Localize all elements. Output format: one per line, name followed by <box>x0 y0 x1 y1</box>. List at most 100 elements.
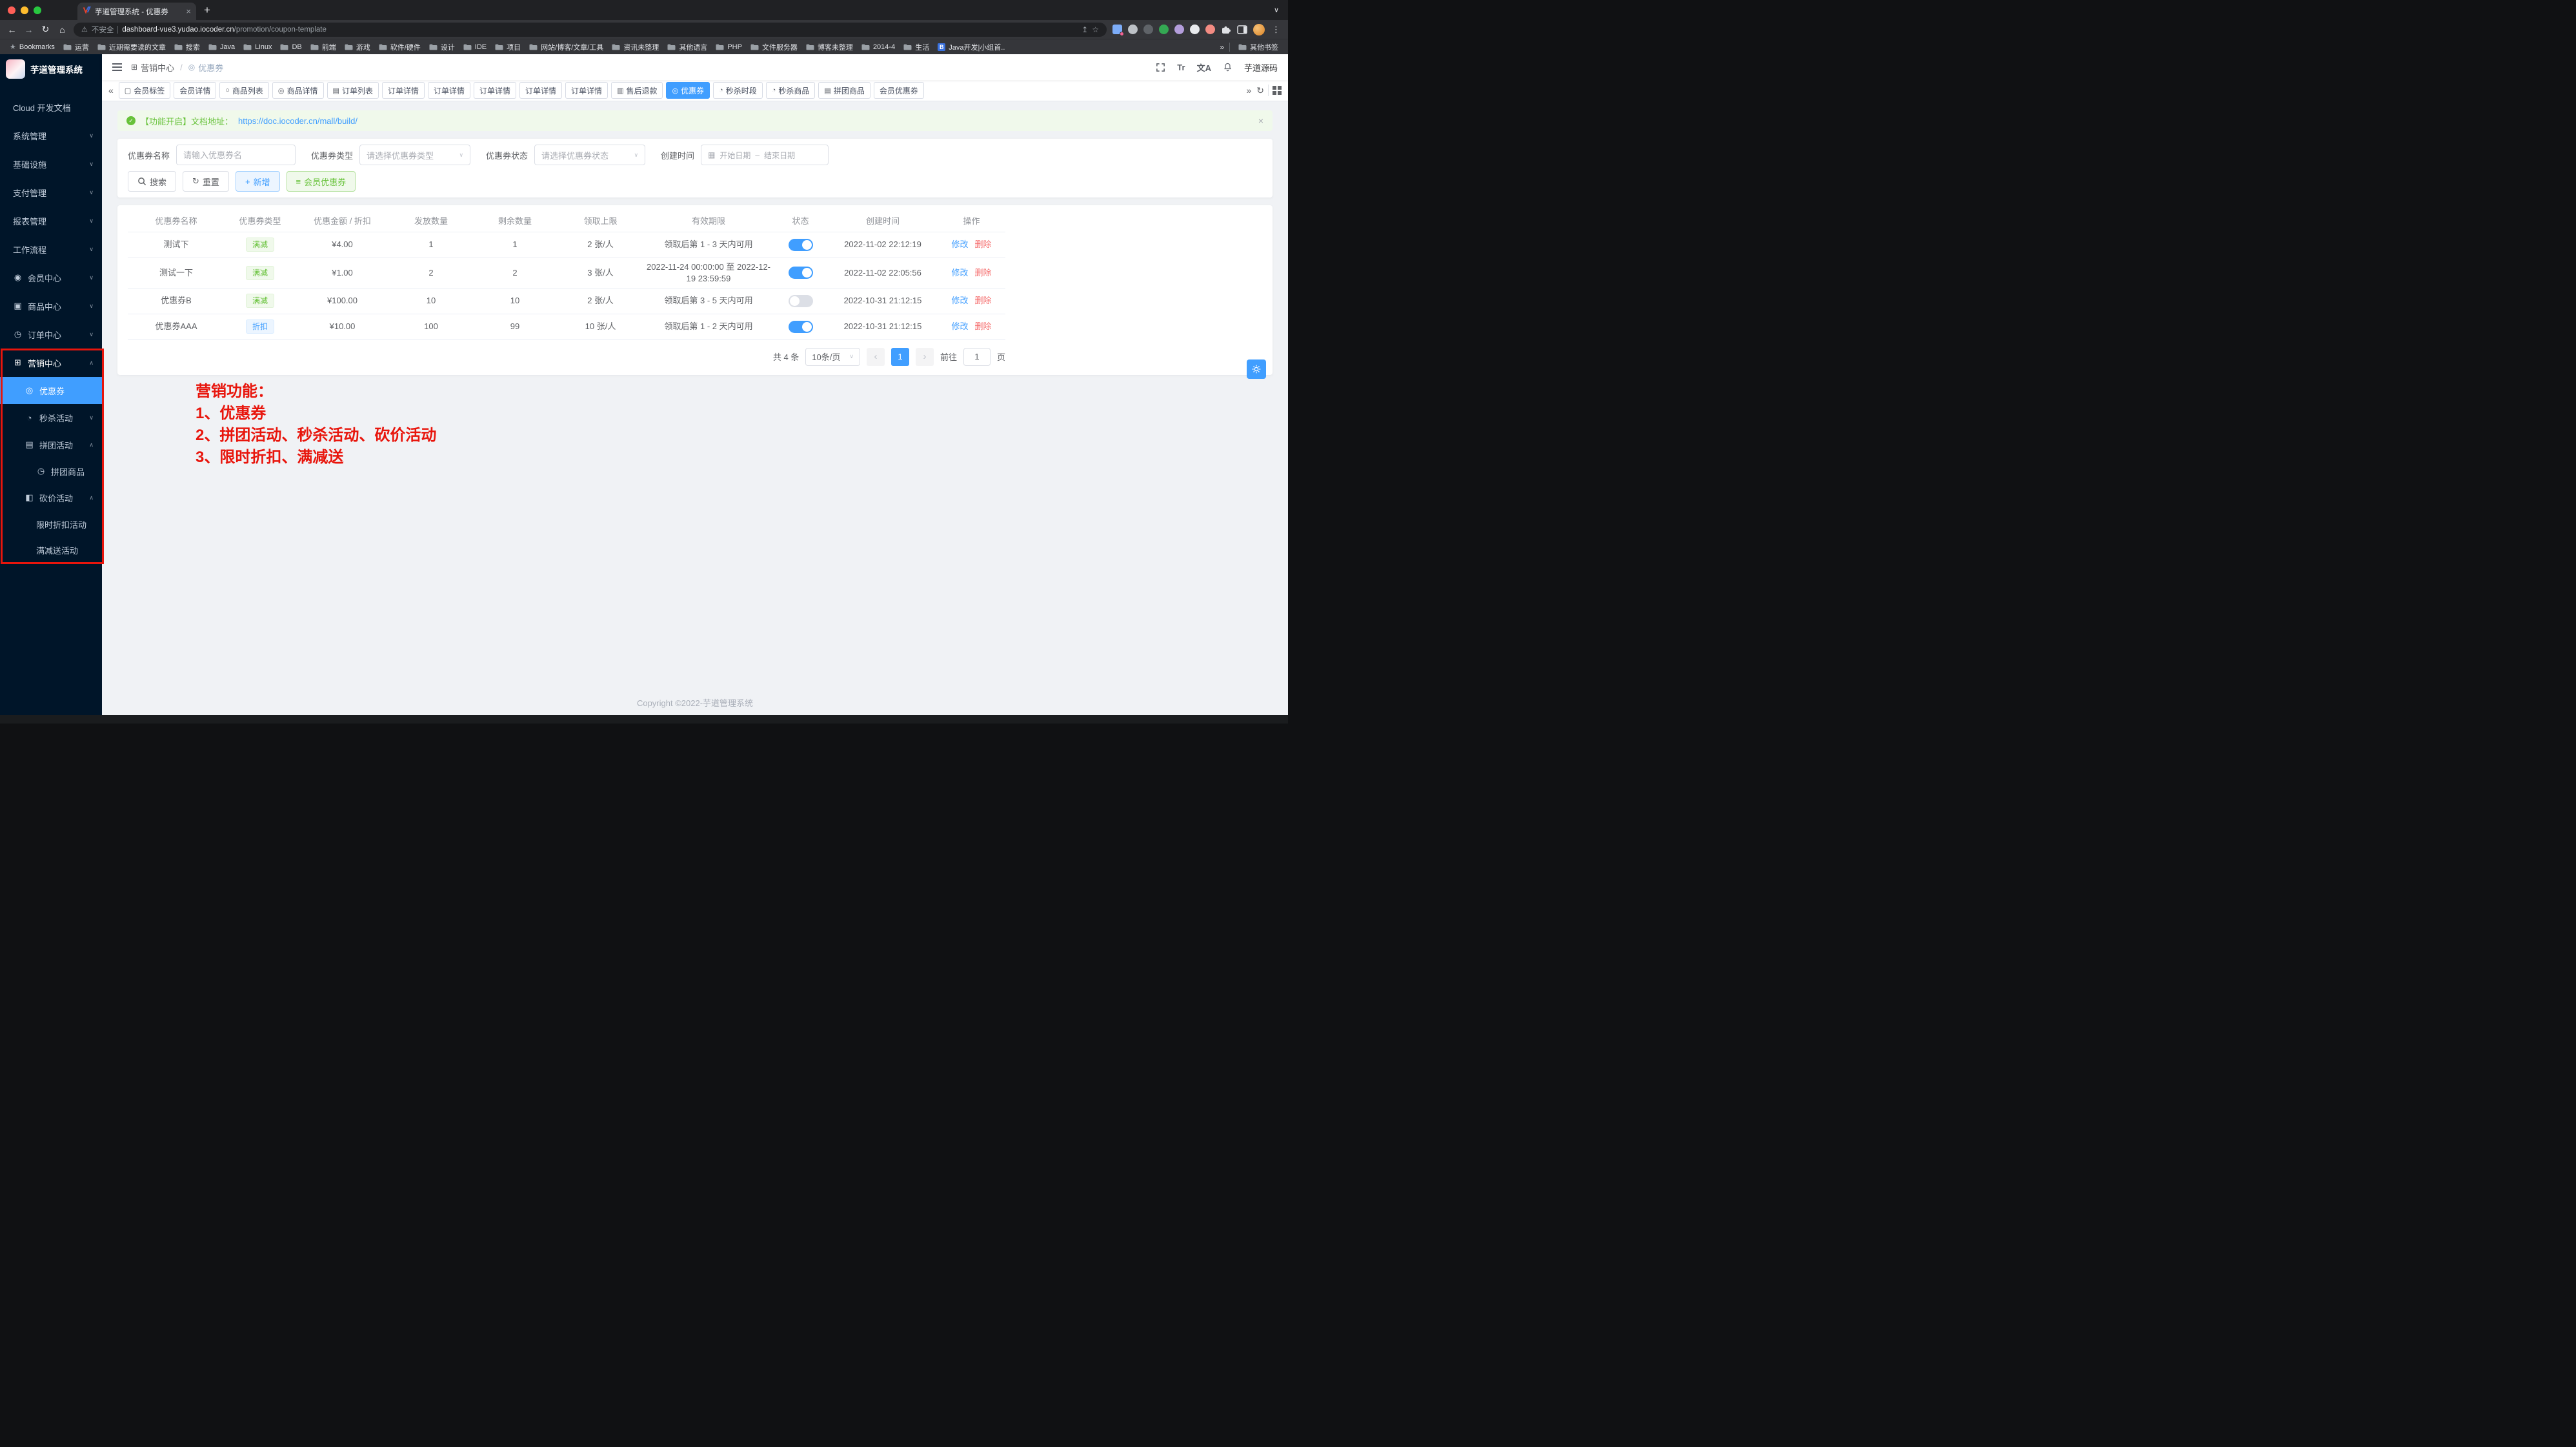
sidebar-item[interactable]: ⊞营销中心∧ <box>0 349 102 377</box>
sidebar-item[interactable]: Cloud 开发文档 <box>0 93 102 121</box>
settings-fab[interactable] <box>1247 359 1266 379</box>
coupon-name-input[interactable] <box>176 145 296 165</box>
security-label[interactable]: 不安全 <box>92 25 114 35</box>
layout-grid-icon[interactable] <box>1273 86 1283 95</box>
tab-tag[interactable]: 订单详情 <box>382 82 425 99</box>
sidebar-item[interactable]: ◧砍价活动∧ <box>0 484 102 511</box>
tab-tag[interactable]: 会员优惠券 <box>874 82 924 99</box>
tab-tag[interactable]: ◔秒杀时段 <box>713 82 763 99</box>
forward-button[interactable]: → <box>23 25 34 35</box>
bookmark-item[interactable]: 游戏 <box>341 41 374 54</box>
tab-tag[interactable]: ▥售后退款 <box>611 82 663 99</box>
close-tab-icon[interactable]: × <box>186 6 191 16</box>
tab-tag[interactable]: ▢会员标签 <box>119 82 170 99</box>
edit-link[interactable]: 修改 <box>951 268 968 278</box>
tab-tag[interactable]: 订单详情 <box>428 82 470 99</box>
bookmark-item[interactable]: 运营 <box>60 41 92 54</box>
bookmark-item[interactable]: ★Bookmarks <box>6 41 58 52</box>
delete-link[interactable]: 删除 <box>975 268 992 278</box>
bookmark-item[interactable]: 生活 <box>900 41 932 54</box>
sidebar-item[interactable]: ◉会员中心∨ <box>0 263 102 292</box>
delete-link[interactable]: 删除 <box>975 239 992 249</box>
minimize-window-button[interactable] <box>21 6 28 14</box>
close-alert-icon[interactable]: × <box>1258 116 1263 126</box>
sidebar-item[interactable]: 报表管理∨ <box>0 207 102 235</box>
sidebar-item[interactable]: 支付管理∨ <box>0 178 102 207</box>
reset-button[interactable]: ↻ 重置 <box>183 171 229 192</box>
doc-link[interactable]: https://doc.iocoder.cn/mall/build/ <box>238 116 357 126</box>
delete-link[interactable]: 删除 <box>975 321 992 331</box>
bookmark-item[interactable]: 2014-4 <box>858 42 898 52</box>
tab-tag[interactable]: ○商品列表 <box>219 82 269 99</box>
scroll-tags-left-icon[interactable]: « <box>107 85 115 96</box>
breadcrumb-item[interactable]: ◎优惠券 <box>188 61 224 74</box>
status-toggle[interactable] <box>789 239 813 251</box>
tab-tag[interactable]: ▤拼团商品 <box>818 82 870 99</box>
bookmark-item[interactable]: 软件/硬件 <box>376 41 424 54</box>
sidebar-item[interactable]: 满减送活动 <box>0 537 102 563</box>
next-page-button[interactable]: › <box>916 348 934 366</box>
extension-icon[interactable] <box>1112 25 1122 34</box>
zoom-window-button[interactable] <box>34 6 41 14</box>
status-toggle[interactable] <box>789 267 813 279</box>
tab-tag[interactable]: ▤订单列表 <box>327 82 379 99</box>
extension-icon[interactable] <box>1128 25 1138 34</box>
extension-icon[interactable] <box>1159 25 1169 34</box>
page-goto-input[interactable] <box>963 348 991 366</box>
other-bookmarks[interactable]: 其他书签 <box>1235 41 1282 54</box>
tab-tag[interactable]: ◎商品详情 <box>272 82 324 99</box>
bookmark-item[interactable]: 项目 <box>492 41 524 54</box>
bookmark-item[interactable]: 资讯未整理 <box>609 41 662 54</box>
close-window-button[interactable] <box>8 6 15 14</box>
bookmark-item[interactable]: BJava开发|小组首.. <box>934 41 1008 54</box>
extension-icon[interactable] <box>1174 25 1184 34</box>
prev-page-button[interactable]: ‹ <box>867 348 885 366</box>
profile-avatar[interactable] <box>1253 24 1265 35</box>
tab-tag[interactable]: ◎优惠券 <box>666 82 710 99</box>
search-button[interactable]: 搜索 <box>128 171 176 192</box>
current-user[interactable]: 芋道源码 <box>1244 61 1278 74</box>
refresh-page-icon[interactable]: ↻ <box>1256 85 1264 96</box>
tab-tag[interactable]: 订单详情 <box>565 82 608 99</box>
bookmark-item[interactable]: PHP <box>712 42 745 52</box>
status-toggle[interactable] <box>789 295 813 307</box>
reload-button[interactable]: ↻ <box>40 24 51 35</box>
notification-bell-icon[interactable] <box>1223 62 1233 72</box>
sidebar-item[interactable]: ▣商品中心∨ <box>0 292 102 320</box>
edit-link[interactable]: 修改 <box>951 239 968 249</box>
address-bar[interactable]: ⚠ 不安全 dashboard-vue3.yudao.iocoder.cn/pr… <box>74 23 1107 37</box>
bookmark-item[interactable]: DB <box>277 42 305 52</box>
language-icon[interactable]: 文A <box>1197 61 1211 74</box>
date-range-picker[interactable]: ▦ 开始日期 – 结束日期 <box>701 145 829 165</box>
edit-link[interactable]: 修改 <box>951 296 968 305</box>
tab-tag[interactable]: 会员详情 <box>174 82 216 99</box>
sidebar-item[interactable]: ▤拼团活动∧ <box>0 431 102 458</box>
breadcrumb-item[interactable]: ⊞营销中心 <box>131 61 174 74</box>
font-size-icon[interactable]: Tr <box>1177 63 1185 72</box>
bookmark-item[interactable]: 网站/博客/文章/工具 <box>526 41 607 54</box>
bookmark-item[interactable]: 其他语言 <box>664 41 710 54</box>
bookmark-item[interactable]: 博客未整理 <box>803 41 856 54</box>
sidebar-item[interactable]: 工作流程∨ <box>0 235 102 263</box>
app-logo[interactable]: 芋道管理系统 <box>0 54 102 84</box>
member-coupon-button[interactable]: ≡ 会员优惠券 <box>287 171 356 192</box>
sidebar-item[interactable]: ◷拼团商品 <box>0 458 102 484</box>
extension-icon[interactable] <box>1205 25 1215 34</box>
side-panel-icon[interactable] <box>1237 25 1247 34</box>
page-size-select[interactable]: 10条/页 ∨ <box>805 348 860 366</box>
fullscreen-icon[interactable] <box>1156 63 1165 72</box>
coupon-type-select[interactable]: 请选择优惠券类型 ∨ <box>359 145 470 165</box>
extension-icon[interactable] <box>1190 25 1200 34</box>
scroll-tags-right-icon[interactable]: » <box>1245 85 1253 96</box>
status-toggle[interactable] <box>789 321 813 333</box>
extensions-puzzle-icon[interactable] <box>1221 25 1231 35</box>
browser-menu-icon[interactable]: ⋮ <box>1271 25 1282 35</box>
delete-link[interactable]: 删除 <box>975 296 992 305</box>
send-to-device-icon[interactable]: ↥ <box>1082 25 1088 34</box>
tab-search-chevron-icon[interactable]: ∨ <box>1274 6 1279 14</box>
sidebar-item[interactable]: ◎优惠券 <box>0 377 102 404</box>
add-button[interactable]: + 新增 <box>236 171 280 192</box>
sidebar-item[interactable]: 系统管理∨ <box>0 121 102 150</box>
new-tab-button[interactable]: + <box>204 4 210 17</box>
bookmark-item[interactable]: IDE <box>460 42 490 52</box>
